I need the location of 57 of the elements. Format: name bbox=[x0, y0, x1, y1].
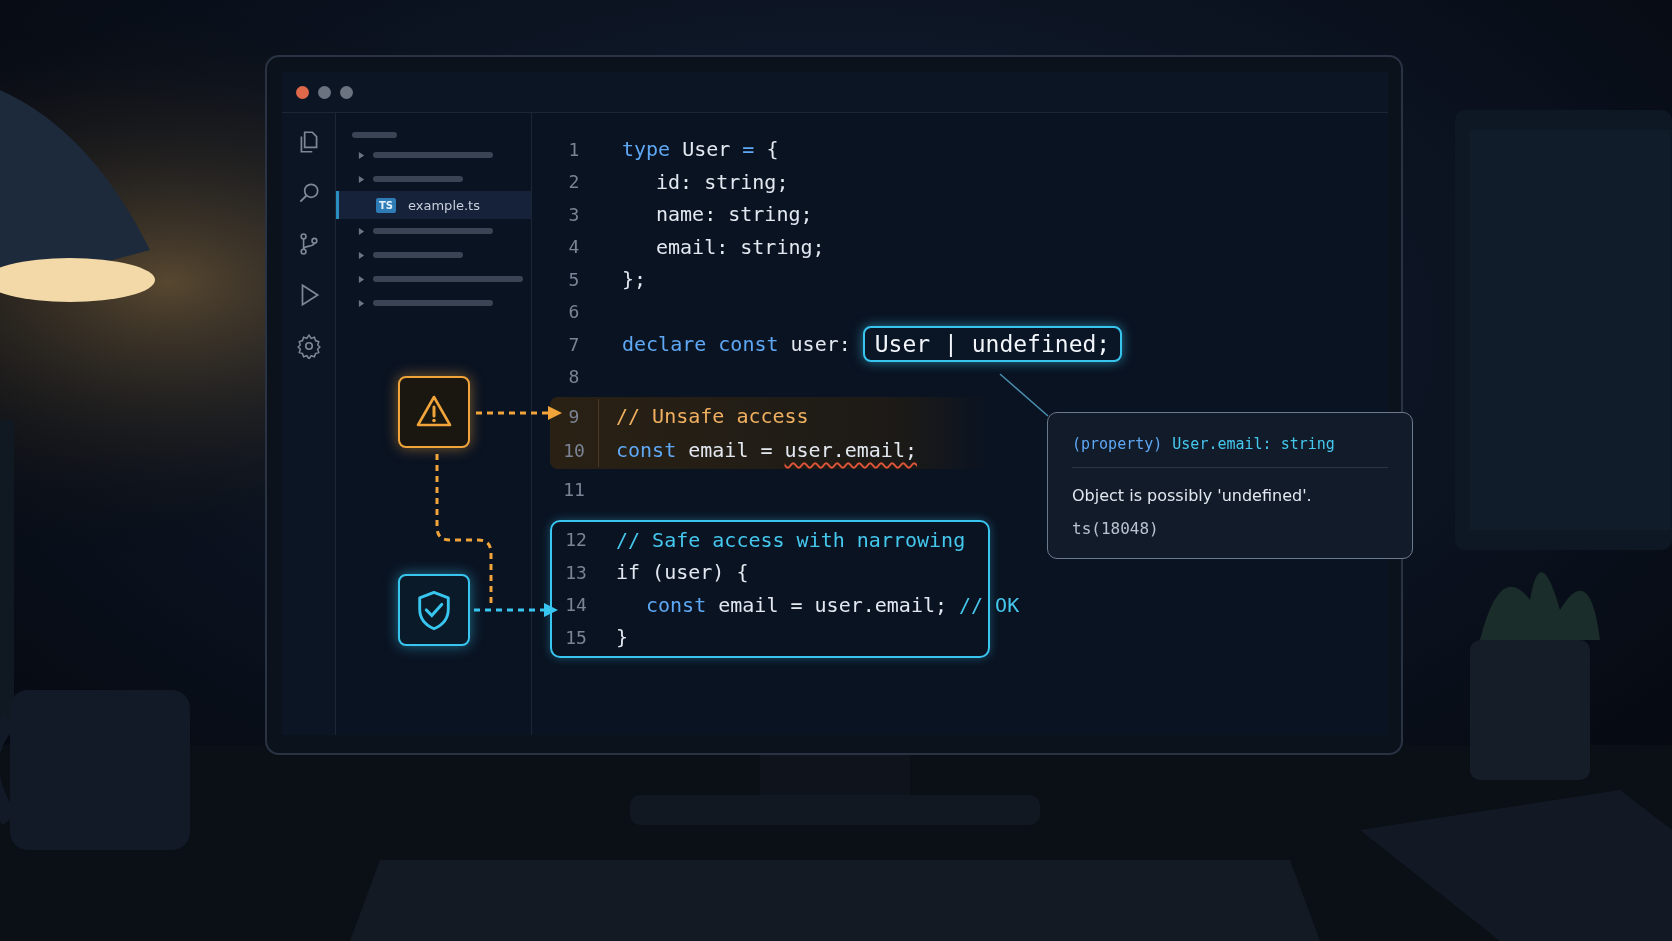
settings-icon[interactable] bbox=[295, 333, 322, 359]
line-number: 14 bbox=[564, 594, 588, 616]
line-number: 1 bbox=[567, 138, 581, 160]
code-keyword: const bbox=[616, 438, 677, 462]
line-number: 3 bbox=[567, 203, 581, 225]
line-number: 5 bbox=[567, 268, 581, 290]
code-text: { bbox=[766, 137, 779, 162]
code-text: email = bbox=[688, 438, 773, 462]
code-keyword: = bbox=[742, 137, 755, 162]
code-comment: // Safe access with narrowing bbox=[616, 527, 966, 552]
code-keyword: declare const bbox=[622, 332, 779, 357]
code-comment: // OK bbox=[959, 592, 1020, 617]
error-code-label: ts(18048) bbox=[1072, 519, 1160, 538]
line-number: 11 bbox=[562, 478, 586, 500]
line-number: 4 bbox=[567, 236, 581, 258]
error-message: Object is possibly 'undefined'. bbox=[1072, 486, 1313, 505]
window-control[interactable] bbox=[340, 85, 353, 99]
file-type-badge: TS bbox=[376, 197, 397, 213]
caret-icon bbox=[358, 250, 365, 260]
error-code: user.email; bbox=[784, 438, 917, 462]
shield-check-icon bbox=[398, 574, 470, 646]
caret-icon bbox=[358, 298, 365, 308]
type-highlight: User | undefined; bbox=[862, 326, 1123, 363]
line-number: 6 bbox=[567, 301, 581, 323]
code-text: }; bbox=[622, 267, 647, 292]
line-number: 13 bbox=[564, 561, 588, 583]
file-name: example.ts bbox=[408, 197, 480, 213]
line-number: 10 bbox=[562, 439, 586, 461]
signature-kind: (property) bbox=[1072, 435, 1163, 453]
warning-icon bbox=[398, 376, 470, 448]
caret-icon bbox=[358, 226, 365, 236]
code-text: email: string; bbox=[656, 234, 825, 259]
line-number: 9 bbox=[567, 405, 581, 427]
placeholder-bar bbox=[352, 132, 397, 138]
window-control[interactable] bbox=[296, 85, 309, 99]
file-item[interactable]: TS example.ts bbox=[336, 191, 531, 219]
code-text: user: bbox=[790, 332, 851, 357]
code-text: } bbox=[616, 625, 629, 650]
line-number: 2 bbox=[567, 171, 581, 193]
signature-text: User.email: string bbox=[1172, 435, 1335, 453]
line-number: 12 bbox=[564, 529, 588, 551]
leader-line bbox=[999, 373, 1049, 417]
window-control[interactable] bbox=[318, 85, 331, 99]
code-text: name: string; bbox=[656, 202, 813, 227]
caret-icon bbox=[358, 150, 365, 160]
code-text: email = user.email; bbox=[718, 592, 947, 617]
code-text: User bbox=[682, 137, 731, 162]
line-number: 7 bbox=[567, 333, 581, 355]
line-number: 15 bbox=[564, 626, 588, 648]
code-text: if (user) { bbox=[616, 560, 749, 585]
code-text: id: string; bbox=[656, 169, 789, 194]
code-keyword: type bbox=[622, 137, 671, 162]
caret-icon bbox=[358, 174, 365, 184]
code-comment: // Unsafe access bbox=[616, 404, 809, 428]
line-number: 8 bbox=[567, 366, 581, 388]
caret-icon bbox=[358, 274, 365, 284]
code-keyword: const bbox=[646, 592, 707, 617]
